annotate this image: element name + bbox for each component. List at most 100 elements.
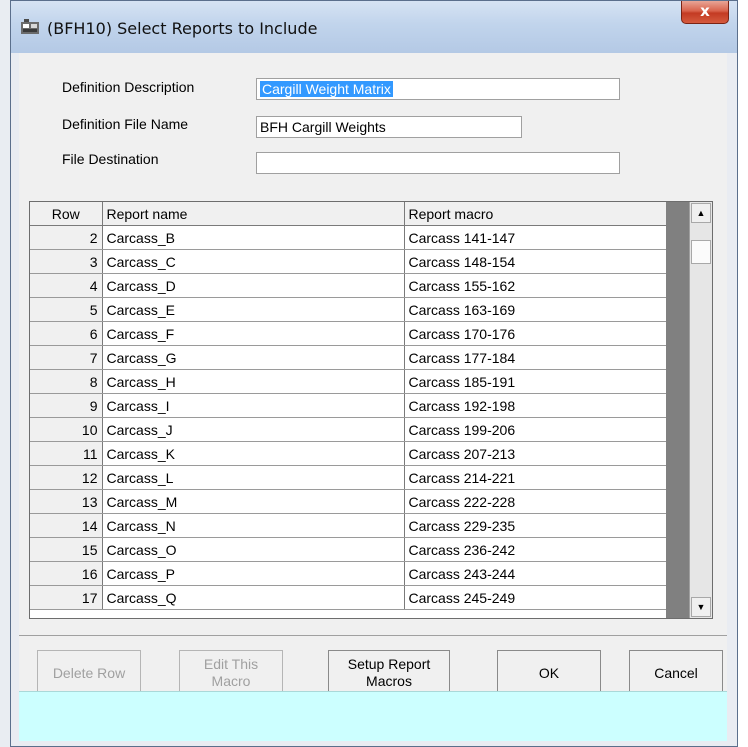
row-number-cell[interactable]: 9 [30,393,103,418]
report-name-cell[interactable]: Carcass_P [102,561,405,586]
reports-grid[interactable]: Row Report name Report macro 2 Carcass_B C… [29,201,713,619]
report-macro-cell[interactable]: Carcass 192-198 [404,393,669,418]
report-macro-cell[interactable]: Carcass 245-249 [404,585,669,610]
row-number-cell[interactable]: 3 [30,249,103,274]
table-header-row: Row Report name Report macro [30,202,669,226]
scroll-up-arrow-icon[interactable]: ▲ [691,203,711,223]
close-button[interactable]: x [681,1,729,24]
report-macro-cell[interactable]: Carcass 148-154 [404,249,669,274]
delete-row-button[interactable]: Delete Row [37,650,141,696]
ok-label: OK [538,664,560,681]
definition-description-field[interactable]: Cargill Weight Matrix [256,78,620,100]
report-macro-cell[interactable]: Carcass 199-206 [404,417,669,442]
column-header-row[interactable]: Row [30,202,103,226]
row-number-cell[interactable]: 17 [30,585,103,610]
table-row[interactable]: 12 Carcass_L Carcass 214-221 [30,465,669,490]
column-header-report-name[interactable]: Report name [102,202,405,226]
row-number-cell[interactable]: 15 [30,537,103,562]
table-row[interactable]: 13 Carcass_M Carcass 222-228 [30,489,669,514]
table-row[interactable]: 3 Carcass_C Carcass 148-154 [30,249,669,274]
table-row[interactable]: 11 Carcass_K Carcass 207-213 [30,441,669,466]
definition-description-value: Cargill Weight Matrix [260,81,393,97]
row-number-cell[interactable]: 10 [30,417,103,442]
scroll-down-arrow-icon[interactable]: ▼ [691,597,711,617]
report-name-cell[interactable]: Carcass_Q [102,585,405,610]
setup-report-macros-button[interactable]: Setup Report Macros [328,650,450,696]
report-macro-cell[interactable]: Carcass 155-162 [404,273,669,298]
table-row[interactable]: 17 Carcass_Q Carcass 245-249 [30,585,669,610]
row-number-cell[interactable]: 14 [30,513,103,538]
definition-file-name-label: Definition File Name [62,116,189,132]
report-macro-cell[interactable]: Carcass 141-147 [404,225,669,250]
report-macro-cell[interactable]: Carcass 243-244 [404,561,669,586]
report-name-cell[interactable]: Carcass_J [102,417,405,442]
edit-macro-button[interactable]: Edit This Macro [179,650,283,696]
report-name-cell[interactable]: Carcass_H [102,369,405,394]
report-name-cell[interactable]: Carcass_O [102,537,405,562]
report-macro-cell[interactable]: Carcass 207-213 [404,441,669,466]
table-row[interactable]: 2 Carcass_B Carcass 141-147 [30,225,669,250]
grid-unused-column [666,202,690,618]
dialog-window: (BFH10) Select Reports to Include x Defi… [10,0,738,747]
title-bar: (BFH10) Select Reports to Include x [11,1,737,53]
file-destination-field[interactable] [256,152,620,174]
cancel-label: Cancel [654,664,698,681]
edit-macro-label-line2: Macro [211,673,251,689]
definition-file-name-value: BFH Cargill Weights [260,119,386,135]
report-name-cell[interactable]: Carcass_L [102,465,405,490]
ok-button[interactable]: OK [497,650,601,696]
table-row[interactable]: 15 Carcass_O Carcass 236-242 [30,537,669,562]
report-name-cell[interactable]: Carcass_N [102,513,405,538]
definition-file-name-field[interactable]: BFH Cargill Weights [256,116,522,138]
vertical-scrollbar[interactable]: ▲ ▼ [689,202,712,618]
report-name-cell[interactable]: Carcass_I [102,393,405,418]
report-name-cell[interactable]: Carcass_G [102,345,405,370]
table-row[interactable]: 5 Carcass_E Carcass 163-169 [30,297,669,322]
cancel-button[interactable]: Cancel [629,650,723,696]
report-macro-cell[interactable]: Carcass 170-176 [404,321,669,346]
report-macro-cell[interactable]: Carcass 229-235 [404,513,669,538]
report-name-cell[interactable]: Carcass_F [102,321,405,346]
report-macro-cell[interactable]: Carcass 177-184 [404,345,669,370]
close-icon: x [700,2,710,20]
table-row[interactable]: 8 Carcass_H Carcass 185-191 [30,369,669,394]
report-macro-cell[interactable]: Carcass 214-221 [404,465,669,490]
table-row[interactable]: 9 Carcass_I Carcass 192-198 [30,393,669,418]
report-macro-cell[interactable]: Carcass 236-242 [404,537,669,562]
table-row[interactable]: 7 Carcass_G Carcass 177-184 [30,345,669,370]
status-area [19,691,727,741]
report-name-cell[interactable]: Carcass_B [102,225,405,250]
scroll-thumb[interactable] [691,240,711,264]
row-number-cell[interactable]: 16 [30,561,103,586]
report-macro-cell[interactable]: Carcass 222-228 [404,489,669,514]
file-destination-label: File Destination [62,151,159,167]
table-row[interactable]: 16 Carcass_P Carcass 243-244 [30,561,669,586]
row-number-cell[interactable]: 8 [30,369,103,394]
row-number-cell[interactable]: 7 [30,345,103,370]
table-row[interactable]: 14 Carcass_N Carcass 229-235 [30,513,669,538]
report-name-cell[interactable]: Carcass_C [102,249,405,274]
definition-description-label: Definition Description [62,79,195,95]
setup-macros-label-line1: Setup Report [347,656,431,672]
row-number-cell[interactable]: 13 [30,489,103,514]
button-area-divider [19,635,727,636]
row-number-cell[interactable]: 4 [30,273,103,298]
row-number-cell[interactable]: 5 [30,297,103,322]
report-macro-cell[interactable]: Carcass 185-191 [404,369,669,394]
table-row[interactable]: 6 Carcass_F Carcass 170-176 [30,321,669,346]
column-header-report-macro[interactable]: Report macro [404,202,669,226]
row-number-cell[interactable]: 6 [30,321,103,346]
dialog-client-area: Definition Description Cargill Weight Ma… [19,53,727,741]
report-name-cell[interactable]: Carcass_M [102,489,405,514]
report-macro-cell[interactable]: Carcass 163-169 [404,297,669,322]
row-number-cell[interactable]: 11 [30,441,103,466]
edit-macro-label-line1: Edit This [203,656,259,672]
table-row[interactable]: 4 Carcass_D Carcass 155-162 [30,273,669,298]
row-number-cell[interactable]: 2 [30,225,103,250]
report-name-cell[interactable]: Carcass_E [102,297,405,322]
delete-row-label: Delete Row [52,664,126,681]
row-number-cell[interactable]: 12 [30,465,103,490]
report-name-cell[interactable]: Carcass_D [102,273,405,298]
table-row[interactable]: 10 Carcass_J Carcass 199-206 [30,417,669,442]
report-name-cell[interactable]: Carcass_K [102,441,405,466]
